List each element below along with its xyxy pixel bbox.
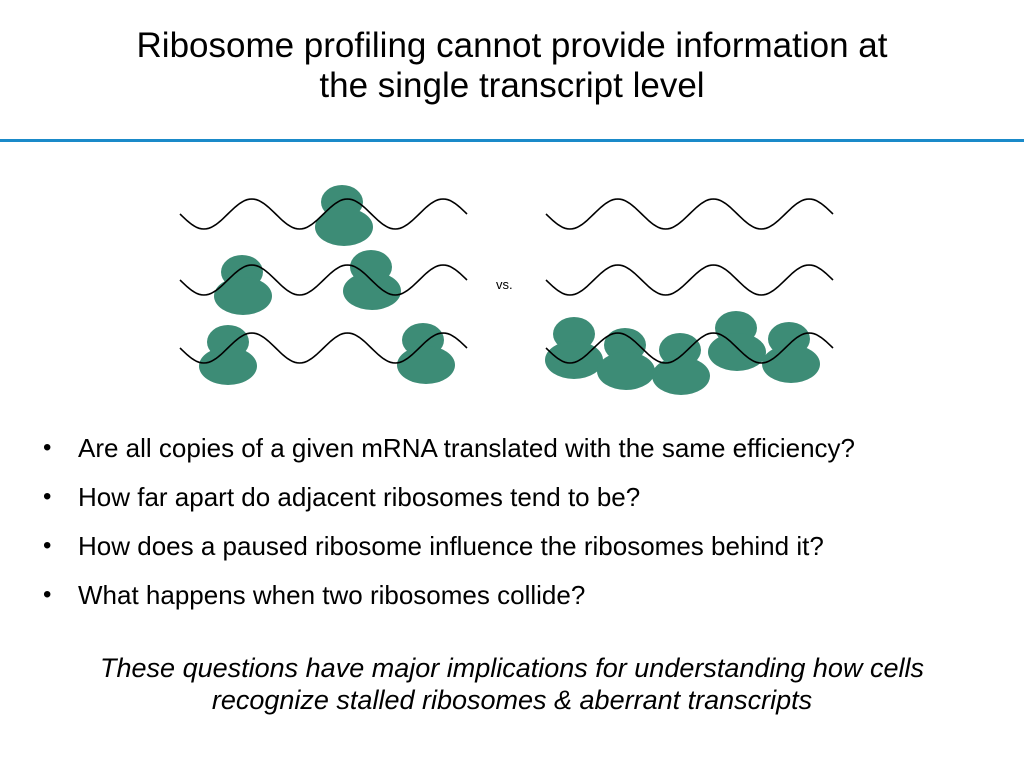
mrna-strand bbox=[545, 264, 834, 296]
question-item: Are all copies of a given mRNA translate… bbox=[40, 432, 855, 464]
ribosome-large-subunit bbox=[343, 272, 401, 310]
ribosome-diagram: vs. bbox=[179, 185, 834, 395]
ribosome-icon bbox=[762, 322, 820, 383]
ribosome-large-subunit bbox=[762, 345, 820, 383]
ribosome-icon bbox=[397, 323, 455, 384]
ribosome-large-subunit bbox=[199, 347, 257, 385]
conclusion-text: These questions have major implications … bbox=[0, 652, 1024, 716]
vs-label: vs. bbox=[496, 277, 513, 292]
ribosome-large-subunit bbox=[708, 333, 766, 371]
mrna-strand bbox=[545, 198, 834, 230]
ribosome-icon bbox=[652, 333, 710, 395]
title-line-2: the single transcript level bbox=[319, 66, 705, 105]
question-item: How does a paused ribosome influence the… bbox=[40, 530, 855, 562]
slide-title: Ribosome profiling cannot provide inform… bbox=[0, 26, 1024, 106]
title-divider bbox=[0, 139, 1024, 142]
conclusion-line-2: recognize stalled ribosomes & aberrant t… bbox=[211, 685, 813, 715]
ribosome-large-subunit bbox=[597, 352, 655, 390]
question-item: What happens when two ribosomes collide? bbox=[40, 579, 855, 611]
ribosome-large-subunit bbox=[397, 346, 455, 384]
ribosome-icon bbox=[315, 185, 373, 246]
title-line-1: Ribosome profiling cannot provide inform… bbox=[136, 26, 888, 65]
question-item: How far apart do adjacent ribosomes tend… bbox=[40, 481, 855, 513]
conclusion-line-1: These questions have major implications … bbox=[100, 653, 924, 683]
ribosome-large-subunit bbox=[214, 277, 272, 315]
question-list: Are all copies of a given mRNA translate… bbox=[40, 432, 855, 628]
